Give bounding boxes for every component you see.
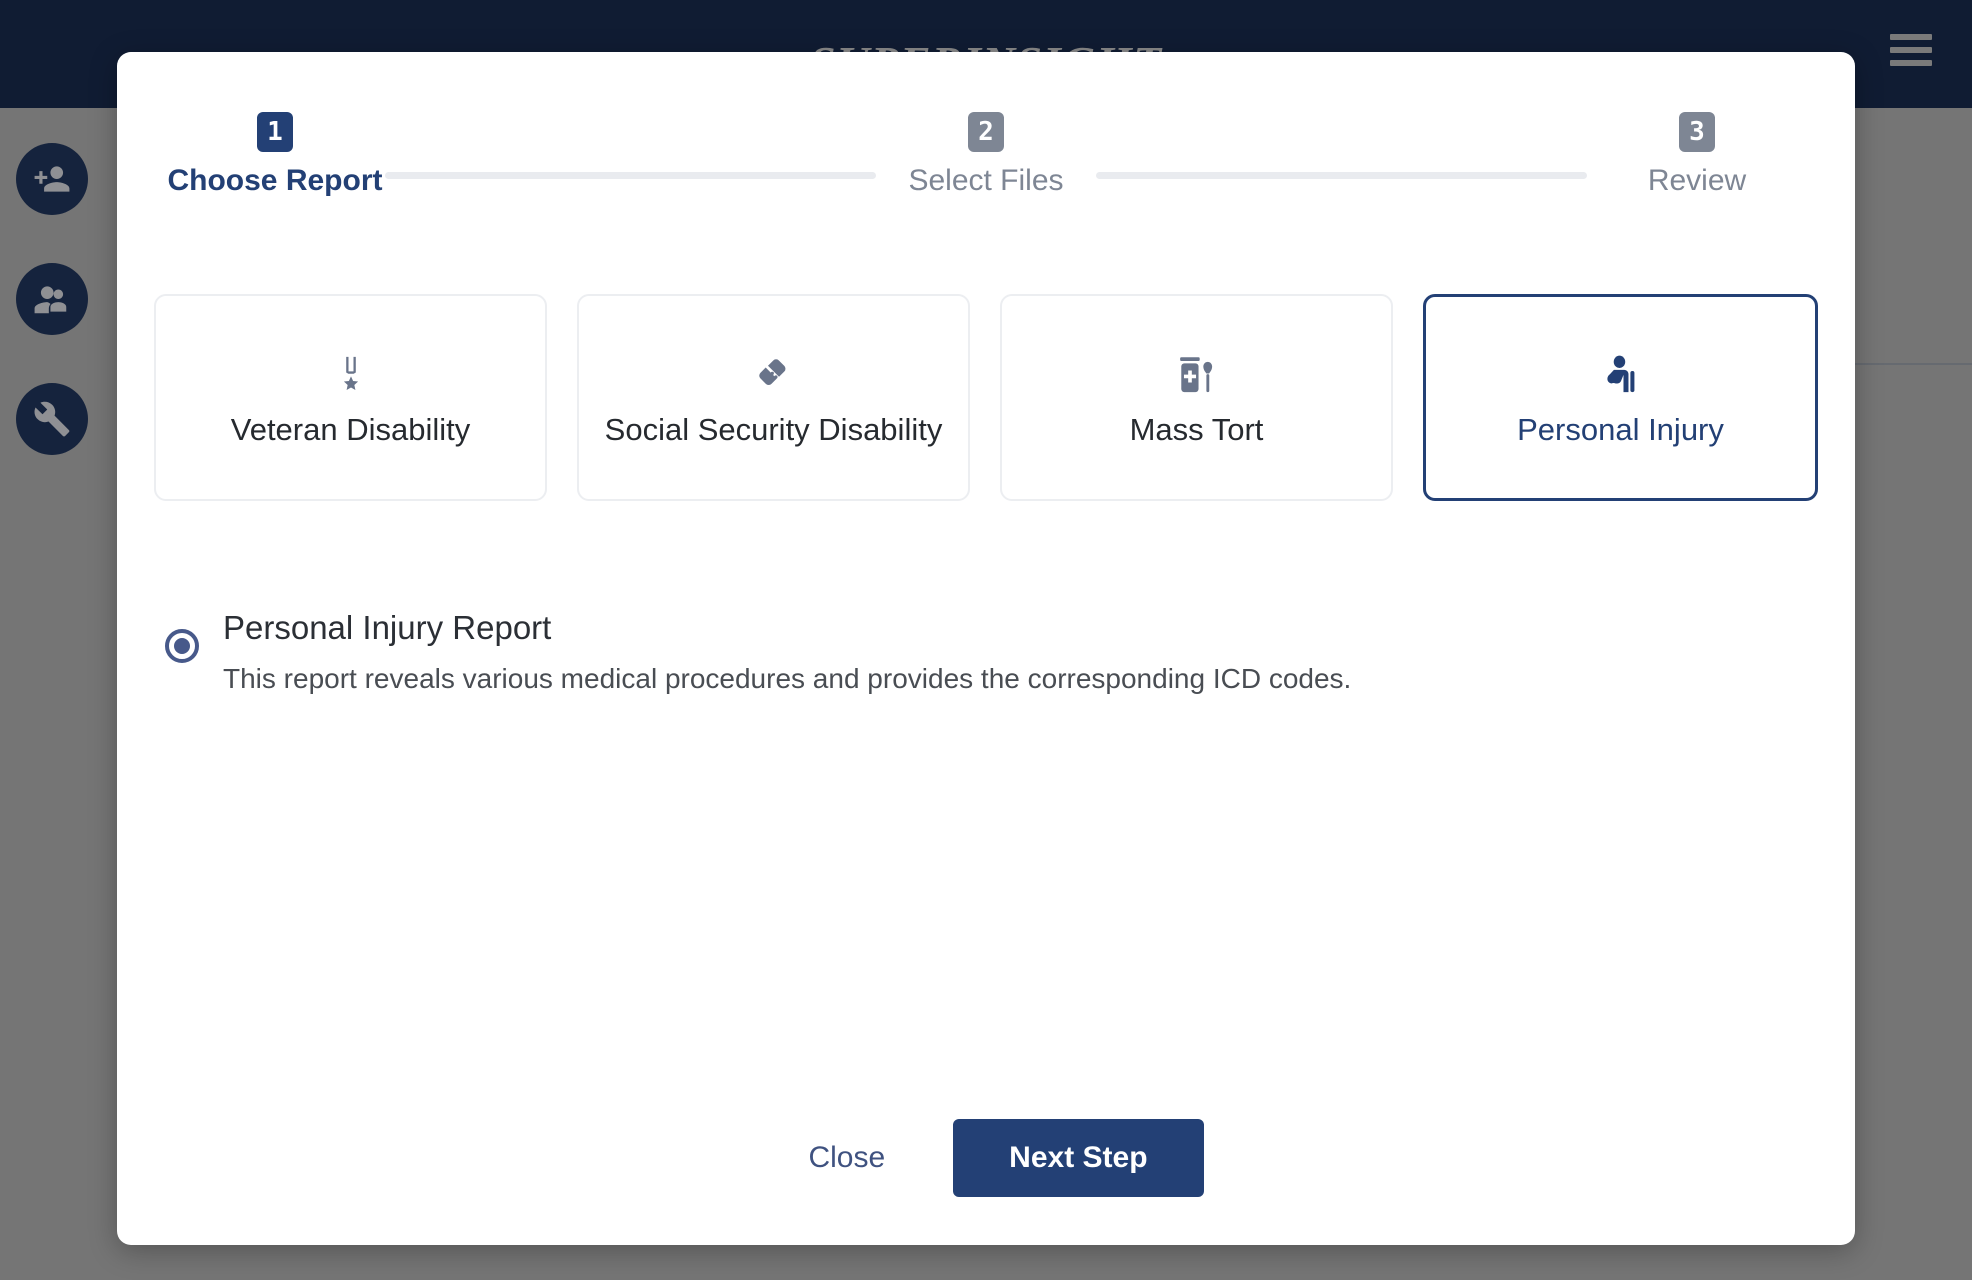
step-review[interactable]: 3 Review [1587, 112, 1807, 198]
report-card-label: Mass Tort [1129, 411, 1264, 447]
report-option-title: Personal Injury Report [223, 609, 552, 646]
step-label: Select Files [908, 164, 1064, 197]
report-card-social-security-disability[interactable]: Social Security Disability [577, 294, 970, 501]
pill-bottle-glyph [1179, 356, 1212, 392]
close-button[interactable]: Close [768, 1123, 925, 1193]
report-card-label: Veteran Disability [230, 411, 471, 447]
report-card-label: Social Security Disability [604, 411, 943, 447]
report-option-description: This report reveals various medical proc… [223, 662, 1352, 694]
report-option-text: Personal Injury Report This report revea… [223, 607, 1351, 698]
step-select-files[interactable]: 2 Select Files [876, 112, 1096, 198]
step-connector-2 [1096, 172, 1587, 179]
step-number-badge: 2 [968, 112, 1004, 152]
report-card-personal-injury[interactable]: Personal Injury [1423, 294, 1818, 501]
report-card-mass-tort[interactable]: Mass Tort [1000, 294, 1393, 501]
step-number-badge: 1 [257, 112, 293, 152]
bandage-glyph [758, 358, 785, 385]
report-option-list: Personal Injury Report This report revea… [165, 607, 1805, 698]
step-choose-report[interactable]: 1 Choose Report [165, 112, 385, 198]
report-option-personal-injury-report[interactable]: Personal Injury Report This report revea… [165, 607, 1805, 698]
next-step-button[interactable]: Next Step [953, 1119, 1204, 1197]
radio-dot [174, 638, 190, 654]
medal-glyph [343, 356, 358, 390]
wizard-stepper: 1 Choose Report 2 Select Files 3 Review [117, 112, 1855, 222]
injured-person-glyph [1606, 355, 1634, 392]
step-number-badge: 3 [1679, 112, 1715, 152]
dialog-footer: Close Next Step [117, 1119, 1855, 1197]
step-connector-1 [385, 172, 876, 179]
bandage-icon [751, 348, 797, 404]
pill-bottle-icon [1174, 348, 1220, 404]
modal-overlay: 1 Choose Report 2 Select Files 3 Review [0, 0, 1972, 1280]
radio-button-selected[interactable] [165, 629, 199, 663]
injured-person-icon [1598, 348, 1644, 404]
step-label: Choose Report [167, 164, 383, 197]
medal-icon [328, 348, 374, 404]
step-label: Review [1647, 164, 1747, 197]
report-card-veteran-disability[interactable]: Veteran Disability [154, 294, 547, 501]
choose-report-dialog: 1 Choose Report 2 Select Files 3 Review [117, 52, 1855, 1245]
report-type-card-group: Veteran Disability Social Security Disab… [154, 294, 1818, 501]
report-card-label: Personal Injury [1517, 411, 1724, 447]
